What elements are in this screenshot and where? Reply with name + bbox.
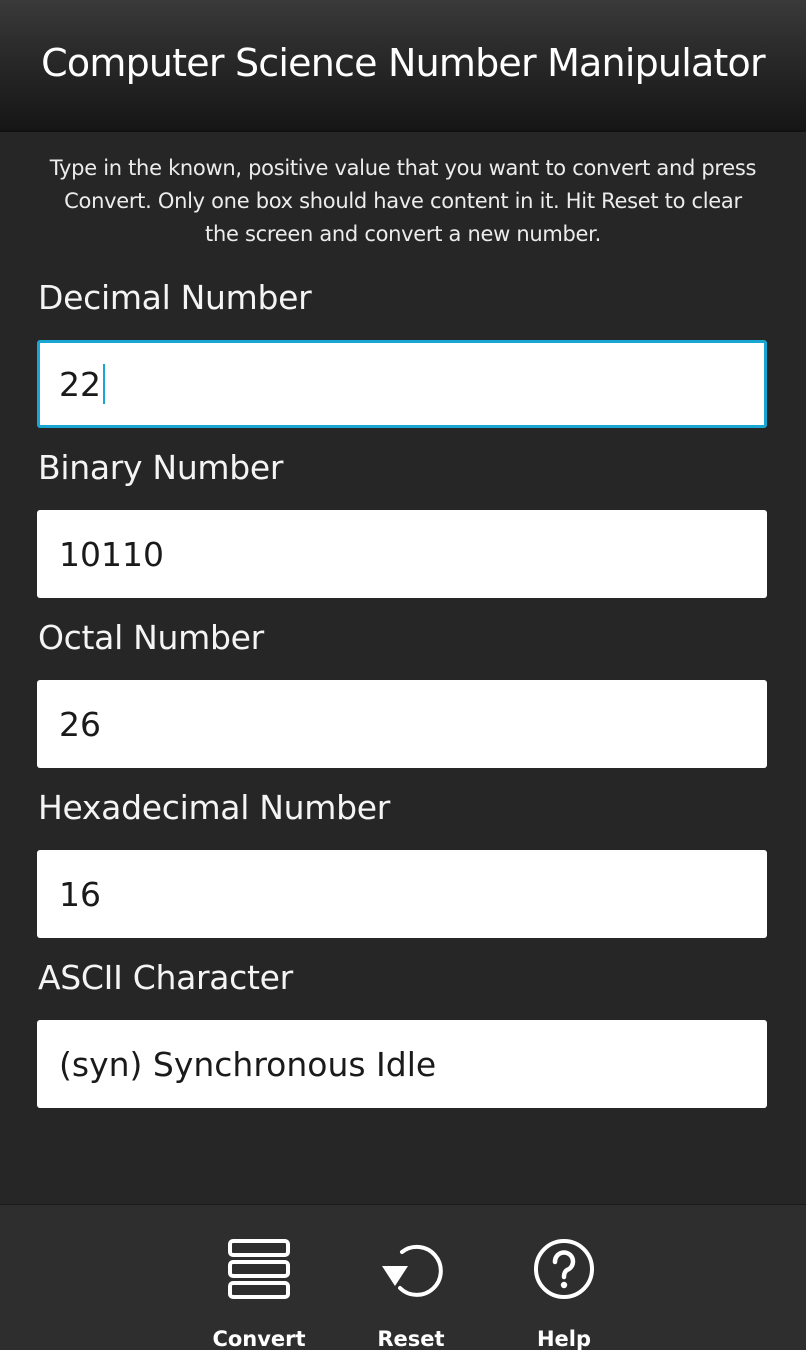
instructions-line: the screen and convert a new number. xyxy=(205,222,601,246)
decimal-value: 22 xyxy=(59,364,101,404)
app-title: Computer Science Number Manipulator xyxy=(41,41,765,85)
decimal-label: Decimal Number xyxy=(38,278,312,317)
binary-label: Binary Number xyxy=(38,448,284,487)
ascii-label: ASCII Character xyxy=(38,958,293,997)
reset-label: Reset xyxy=(377,1327,445,1350)
reset-button[interactable]: Reset xyxy=(351,1205,471,1350)
octal-input[interactable]: 26 xyxy=(37,680,767,768)
octal-label: Octal Number xyxy=(38,618,264,657)
binary-value: 10110 xyxy=(59,534,164,574)
ascii-input[interactable]: (syn) Synchronous Idle xyxy=(37,1020,767,1108)
instructions-line: Type in the known, positive value that y… xyxy=(49,156,757,180)
binary-input[interactable]: 10110 xyxy=(37,510,767,598)
title-bar: Computer Science Number Manipulator xyxy=(0,0,806,132)
text-caret xyxy=(103,364,105,404)
convert-label: Convert xyxy=(212,1327,306,1350)
help-label: Help xyxy=(536,1327,592,1350)
decimal-input[interactable]: 22 xyxy=(37,340,767,428)
action-bar: Convert Reset Help xyxy=(0,1204,806,1350)
instructions-line: Convert. Only one box should have conten… xyxy=(64,189,742,213)
stacked-rows-icon xyxy=(219,1229,299,1309)
hexadecimal-value: 16 xyxy=(59,874,101,914)
hexadecimal-input[interactable]: 16 xyxy=(37,850,767,938)
hexadecimal-label: Hexadecimal Number xyxy=(38,788,391,827)
help-button[interactable]: Help xyxy=(504,1205,624,1350)
app-screen: Computer Science Number Manipulator Type… xyxy=(0,0,806,1350)
octal-value: 26 xyxy=(59,704,101,744)
convert-button[interactable]: Convert xyxy=(199,1205,319,1350)
undo-arrow-icon xyxy=(371,1229,451,1309)
question-circle-icon xyxy=(524,1229,604,1309)
instructions-text: Type in the known, positive value that y… xyxy=(18,152,788,251)
ascii-value: (syn) Synchronous Idle xyxy=(59,1044,437,1084)
